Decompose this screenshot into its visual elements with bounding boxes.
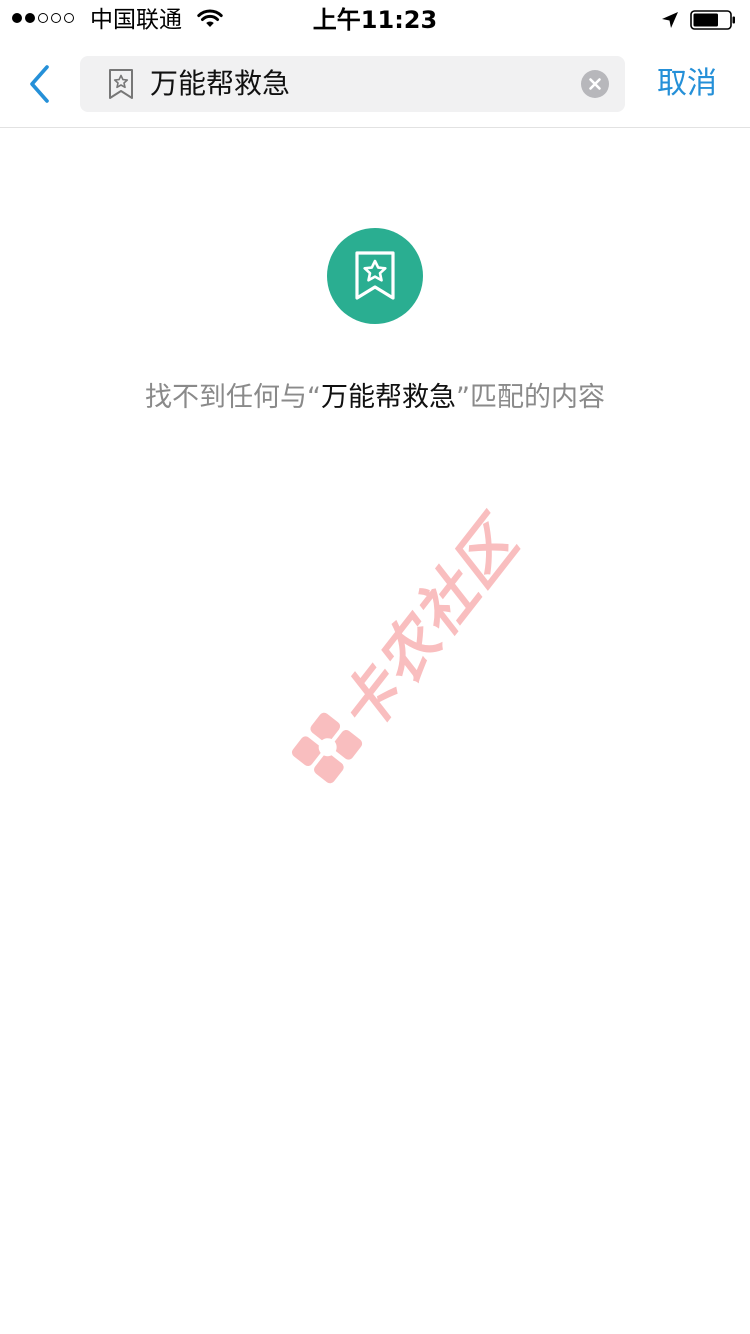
empty-state-icon <box>327 228 423 324</box>
empty-message-keyword: 万能帮救急 <box>321 382 456 413</box>
back-button[interactable] <box>22 60 58 108</box>
watermark-text: 卡农社区 <box>324 508 532 747</box>
battery-icon <box>690 10 735 30</box>
empty-message-suffix: ”匹配的内容 <box>456 382 605 413</box>
clear-search-button[interactable] <box>581 70 609 98</box>
cancel-button[interactable]: 取消 <box>640 60 734 108</box>
search-query-text: 万能帮救急 <box>150 67 291 100</box>
bookmark-star-icon <box>355 251 395 300</box>
chevron-left-icon <box>30 65 49 103</box>
watermark: 卡农社区 <box>269 508 532 803</box>
search-nav-bar: 万能帮救急 取消 <box>0 40 750 128</box>
status-bar: 中国联通 上午11:23 <box>0 0 750 40</box>
location-arrow-icon <box>662 12 678 28</box>
battery-fill <box>693 13 718 27</box>
status-time: 上午11:23 <box>312 6 438 34</box>
bookmark-star-icon <box>109 69 133 99</box>
empty-state-message: 找不到任何与“万能帮救急”匹配的内容 <box>0 378 750 418</box>
clear-x-icon <box>589 78 601 90</box>
empty-message-prefix: 找不到任何与“ <box>145 382 321 413</box>
search-results-page: 中国联通 上午11:23 万能帮救急 取消 找不到任何与“万能帮救急”匹配的内容… <box>0 0 750 1334</box>
search-input[interactable]: 万能帮救急 <box>80 56 625 112</box>
